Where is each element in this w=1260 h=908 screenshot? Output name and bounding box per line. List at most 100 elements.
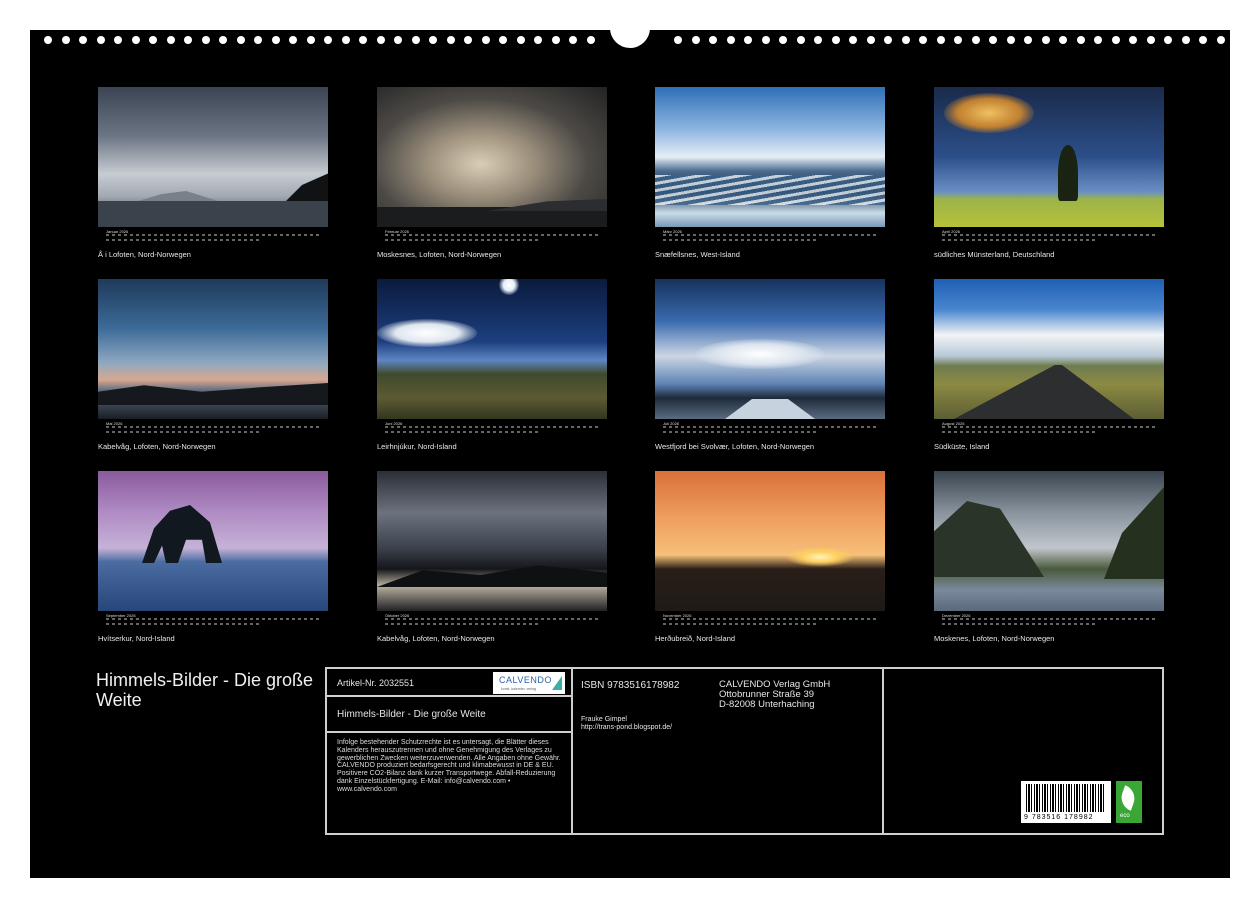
calendar-day-mark — [511, 431, 514, 433]
calendar-day-mark — [154, 234, 157, 236]
calendar-day-mark — [385, 431, 388, 433]
calendar-day-mark — [196, 426, 199, 428]
calendar-day-mark — [487, 618, 490, 620]
calendar-day-mark — [729, 234, 732, 236]
calendar-day-mark — [741, 234, 744, 236]
calendar-day-mark — [421, 239, 424, 241]
binding-hole — [849, 36, 857, 44]
calendar-day-mark — [771, 431, 774, 433]
calendar-day-mark — [535, 426, 538, 428]
calendar-day-mark — [765, 431, 768, 433]
calendar-day-mark — [972, 618, 975, 620]
calendar-day-mark — [675, 431, 678, 433]
binding-hole — [954, 36, 962, 44]
calendar-day-mark — [765, 239, 768, 241]
calendar-day-mark — [160, 431, 163, 433]
calendar-day-mark — [571, 234, 574, 236]
calendar-day-mark — [1086, 623, 1089, 625]
binding-hole — [814, 36, 822, 44]
calendar-day-mark — [403, 239, 406, 241]
calendar-day-mark — [771, 618, 774, 620]
calendar-day-mark — [990, 618, 993, 620]
calendar-day-mark — [451, 623, 454, 625]
calendar-day-mark — [681, 426, 684, 428]
calendar-day-mark — [304, 426, 307, 428]
calendar-day-mark — [687, 239, 690, 241]
calendar-day-mark — [1116, 234, 1119, 236]
calendar-day-mark — [214, 239, 217, 241]
calendar-day-mark — [1044, 623, 1047, 625]
calendar-day-mark — [190, 239, 193, 241]
calendar-day-mark — [777, 623, 780, 625]
calendar-day-mark — [184, 239, 187, 241]
calendar-day-mark — [595, 426, 598, 428]
calendar-day-mark — [403, 618, 406, 620]
eco-badge: eco — [1116, 781, 1142, 823]
calendar-day-mark — [148, 431, 151, 433]
binding-hole — [779, 36, 787, 44]
calendar-day-mark — [1014, 431, 1017, 433]
calendar-day-mark — [996, 239, 999, 241]
calendar-day-mark — [583, 618, 586, 620]
calendar-day-mark — [861, 234, 864, 236]
calendar-days — [942, 426, 1156, 435]
calendar-day-mark — [154, 426, 157, 428]
calendar-day-mark — [1080, 426, 1083, 428]
calendar-day-mark — [469, 239, 472, 241]
binding-hole — [254, 36, 262, 44]
calendar-title: Himmels-Bilder - Die große Weite — [96, 670, 314, 710]
calendar-day-mark — [475, 623, 478, 625]
calendar-day-mark — [753, 618, 756, 620]
calendar-day-mark — [1038, 234, 1041, 236]
calendar-day-mark — [469, 618, 472, 620]
calendar-day-mark — [795, 234, 798, 236]
calendar-day-mark — [286, 618, 289, 620]
calendar-day-mark — [316, 618, 319, 620]
binding-hole — [464, 36, 472, 44]
calendar-day-mark — [693, 234, 696, 236]
calendar-day-mark — [481, 426, 484, 428]
author-url[interactable]: http://trans-pond.blogspot.de/ — [581, 724, 672, 731]
calendar-day-mark — [166, 426, 169, 428]
calendar-day-mark — [966, 234, 969, 236]
calendar-day-mark — [421, 234, 424, 236]
calendar-day-mark — [517, 618, 520, 620]
binding-hole — [324, 36, 332, 44]
calendar-day-mark — [948, 623, 951, 625]
calendar-day-mark — [457, 431, 460, 433]
calendar-day-mark — [469, 431, 472, 433]
calendar-day-mark — [663, 618, 666, 620]
calendar-day-mark — [783, 618, 786, 620]
calendar-day-mark — [178, 431, 181, 433]
calendar-day-mark — [681, 239, 684, 241]
calendar-day-mark — [517, 431, 520, 433]
calendar-day-mark — [807, 618, 810, 620]
calendar-day-mark — [529, 234, 532, 236]
calendar-day-mark — [172, 431, 175, 433]
calendar-day-mark — [813, 431, 816, 433]
calendar-day-mark — [220, 431, 223, 433]
calendar-day-mark — [990, 234, 993, 236]
calendar-day-mark — [451, 426, 454, 428]
calendar-day-mark — [1008, 426, 1011, 428]
calendar-day-mark — [855, 618, 858, 620]
calendar-day-mark — [304, 618, 307, 620]
barcode-bars — [1026, 784, 1106, 812]
photo-caption: Leirhnjúkur, Nord-Island — [377, 442, 457, 451]
calendar-day-mark — [687, 431, 690, 433]
calendar-day-mark — [723, 234, 726, 236]
calendar-day-mark — [184, 234, 187, 236]
calendar-day-mark — [855, 234, 858, 236]
calendar-day-mark — [1050, 426, 1053, 428]
calendar-day-mark — [595, 618, 598, 620]
calendar-day-mark — [118, 234, 121, 236]
calendar-day-mark — [1104, 618, 1107, 620]
calendar-day-mark — [849, 426, 852, 428]
calendar-day-mark — [232, 623, 235, 625]
calendar-day-mark — [753, 239, 756, 241]
calendar-day-mark — [669, 239, 672, 241]
isbn: ISBN 9783516178982 — [581, 680, 680, 691]
calendar-day-mark — [729, 431, 732, 433]
calendar-day-mark — [873, 618, 876, 620]
calendar-day-mark — [984, 431, 987, 433]
